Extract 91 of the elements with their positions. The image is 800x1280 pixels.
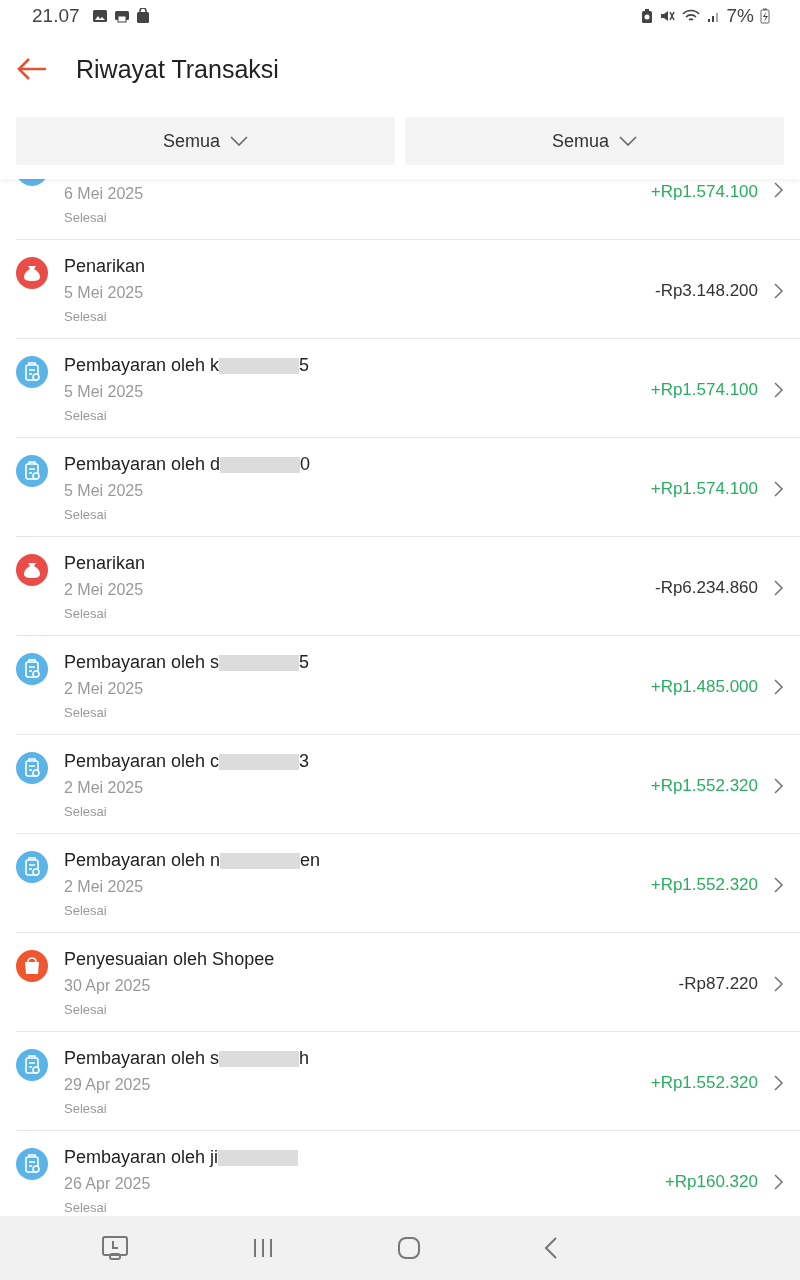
back-arrow-icon[interactable] <box>16 57 48 81</box>
caret-icon <box>619 136 637 146</box>
chevron-right-icon <box>774 579 784 596</box>
transaction-row[interactable]: Penarikan 2 Mei 2025 Selesai -Rp6.234.860 <box>16 537 800 636</box>
transaction-title: Pembayaran oleh s <box>64 1048 220 1069</box>
transaction-amount: +Rp1.552.320 <box>650 1072 758 1093</box>
printer-icon <box>113 9 130 23</box>
transaction-status: Selesai <box>64 1001 108 1017</box>
transaction-date: 6 Mei 2025 <box>64 185 145 203</box>
transaction-amount: +Rp1.485.000 <box>650 676 758 697</box>
transaction-row[interactable]: Penyesuaian oleh Shopee 30 Apr 2025 Selesai -Rp87.220 <box>16 933 800 1032</box>
recent-apps-icon[interactable] <box>252 1238 274 1258</box>
transaction-title: Penarikan <box>64 256 146 277</box>
page-title: Riwayat Transaksi <box>76 54 279 84</box>
transaction-amount: +Rp1.552.320 <box>650 775 758 796</box>
screen-recorder-icon[interactable] <box>102 1236 128 1260</box>
transaction-row[interactable]: Pembayaran oleh k 5 5 Mei 2025 Selesai +Rp1.574.100 <box>16 339 800 438</box>
mute-icon <box>658 8 675 24</box>
battery-percent: 7% <box>726 5 754 27</box>
status-time: 21.07 <box>32 5 80 27</box>
transaction-row[interactable]: Pembayaran oleh c 3 2 Mei 2025 Selesai +Rp1.552.320 <box>16 735 800 834</box>
transaction-date: 30 Apr 2025 <box>64 976 152 995</box>
wifi-icon <box>680 8 701 24</box>
battery-icon <box>760 8 770 24</box>
chevron-right-icon <box>774 480 784 497</box>
transaction-title: 5 <box>299 355 310 376</box>
transaction-status: Selesai <box>64 605 108 621</box>
transaction-date: 5 Mei 2025 <box>64 481 145 500</box>
transaction-amount: -Rp3.148.200 <box>654 280 758 301</box>
money-bag-icon <box>16 256 48 289</box>
transaction-status: Selesai <box>64 704 108 720</box>
transaction-title: 3 <box>299 751 310 772</box>
chevron-right-icon <box>774 1074 784 1091</box>
chevron-right-icon <box>774 876 784 893</box>
filter-dropdown[interactable]: Semua <box>16 117 395 165</box>
transaction-title: 5 <box>299 652 310 673</box>
chevron-right-icon <box>774 182 784 198</box>
chevron-right-icon <box>774 777 784 794</box>
transaction-date: 5 Mei 2025 <box>64 283 145 302</box>
chevron-right-icon <box>774 381 784 398</box>
chevron-right-icon <box>774 1173 784 1190</box>
chevron-right-icon <box>774 282 784 299</box>
transaction-status: Selesai <box>64 1100 108 1116</box>
transaction-date: 5 Mei 2025 <box>64 382 145 401</box>
transaction-title: Penarikan <box>64 553 146 574</box>
transaction-date: 2 Mei 2025 <box>64 679 145 698</box>
battery-saver-icon <box>640 8 653 24</box>
home-icon[interactable] <box>398 1237 420 1259</box>
transaction-title: Pembayaran oleh n <box>64 850 221 871</box>
transaction-status: Selesai <box>64 902 108 918</box>
transaction-title: en <box>300 850 321 871</box>
shopping-bag-icon <box>16 949 48 982</box>
transaction-amount: -Rp87.220 <box>678 973 758 994</box>
transaction-status: Selesai <box>64 1199 108 1215</box>
transaction-row[interactable]: Pembayaran oleh s h 29 Apr 2025 Selesai +Rp1.552.320 <box>16 1032 800 1131</box>
transaction-amount: +Rp1.552.320 <box>650 874 758 895</box>
transaction-title: Pembayaran oleh d <box>64 454 221 475</box>
transaction-amount: +Rp160.320 <box>664 1171 758 1192</box>
transaction-amount: +Rp1.574.100 <box>650 379 758 400</box>
transaction-title: Pembayaran oleh c <box>64 751 220 772</box>
chevron-right-icon <box>774 678 784 695</box>
transaction-status: Selesai <box>64 210 108 225</box>
transaction-date: 26 Apr 2025 <box>64 1174 152 1193</box>
transaction-status: Selesai <box>64 803 108 819</box>
transaction-title: Pembayaran oleh ji <box>64 1147 219 1168</box>
transaction-title: Penyesuaian oleh Shopee <box>64 949 275 970</box>
transaction-amount: +Rp1.574.100 <box>650 478 758 499</box>
transaction-title: 0 <box>300 454 311 475</box>
transaction-title: Pembayaran oleh s <box>64 652 220 673</box>
chevron-right-icon <box>774 975 784 992</box>
transaction-title: h <box>299 1048 310 1069</box>
transaction-title: Pembayaran oleh k <box>64 355 220 376</box>
transaction-date: 29 Apr 2025 <box>64 1075 152 1094</box>
transaction-date: 2 Mei 2025 <box>64 877 145 896</box>
transaction-row[interactable]: Penarikan 5 Mei 2025 Selesai -Rp3.148.200 <box>16 240 800 339</box>
filter-dropdown[interactable]: Semua <box>405 117 784 165</box>
transaction-amount: +Rp1.574.100 <box>650 182 758 202</box>
transaction-row[interactable]: Pembayaran oleh s 5 2 Mei 2025 Selesai +Rp1.485.000 <box>16 636 800 735</box>
transaction-status: Selesai <box>64 407 108 423</box>
transaction-date: 2 Mei 2025 <box>64 778 145 797</box>
transaction-row[interactable]: Pembayaran oleh n en 2 Mei 2025 Selesai +Rp1.552.320 <box>16 834 800 933</box>
money-bag-icon <box>16 553 48 586</box>
transaction-amount: -Rp6.234.860 <box>654 577 758 598</box>
transaction-date: 2 Mei 2025 <box>64 580 145 599</box>
transaction-status: Selesai <box>64 308 108 324</box>
shopping-bag-icon <box>135 8 150 24</box>
transaction-status: Selesai <box>64 506 108 522</box>
caret-icon <box>230 136 248 146</box>
gallery-icon <box>91 9 108 23</box>
transaction-row[interactable]: Pembayaran oleh d 0 5 Mei 2025 Selesai +Rp1.574.100 <box>16 438 800 537</box>
back-icon[interactable] <box>544 1237 558 1259</box>
